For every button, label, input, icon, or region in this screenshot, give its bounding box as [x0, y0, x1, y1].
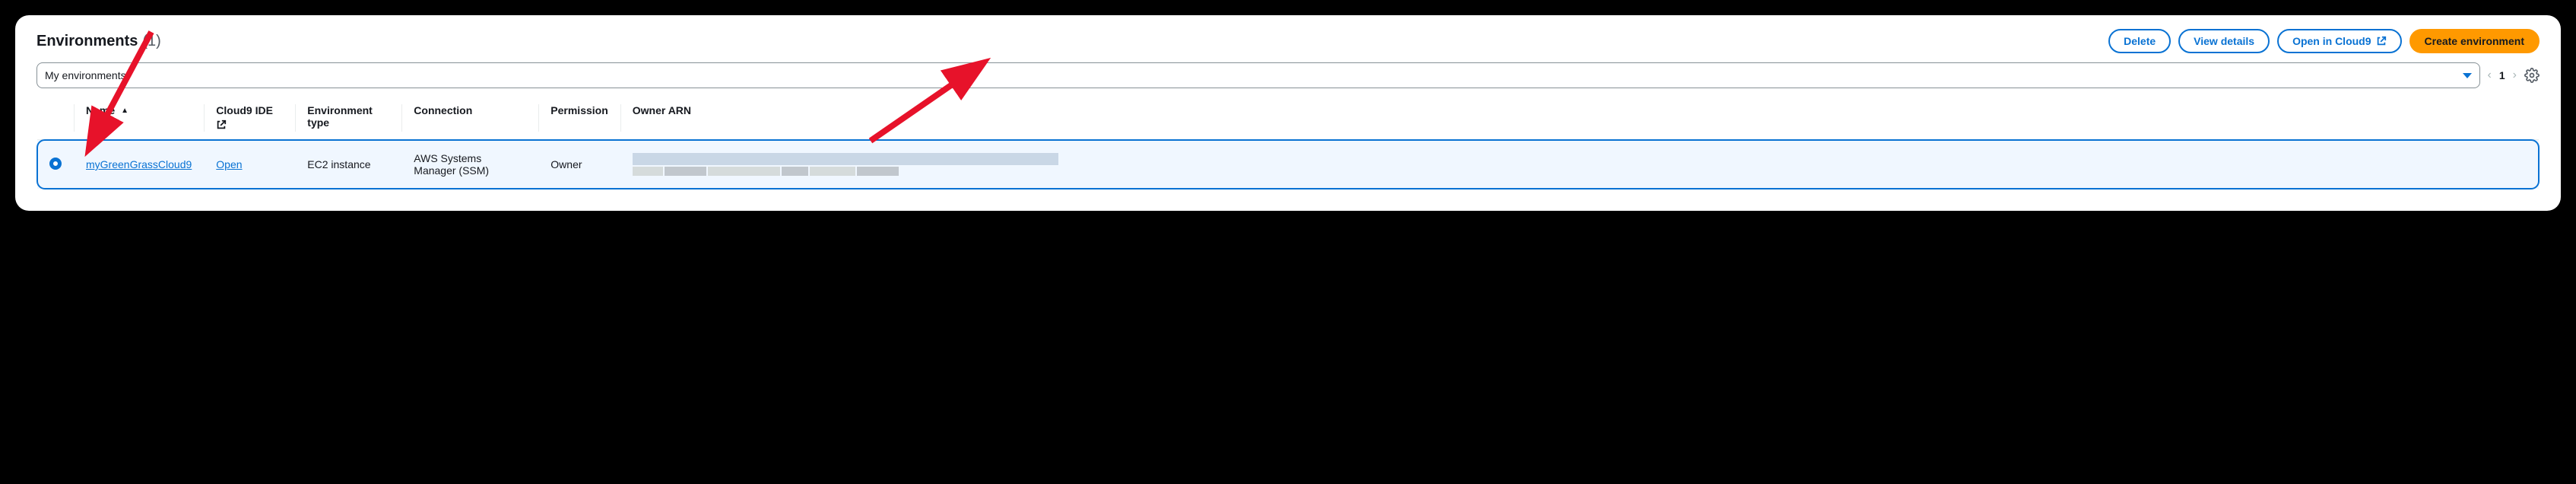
page-next-button[interactable]: › [2513, 68, 2517, 82]
row-owner-cell [620, 140, 2539, 189]
caret-down-icon [2463, 73, 2472, 78]
environment-filter-select[interactable]: My environments [36, 62, 2480, 88]
page-prev-button[interactable]: ‹ [2488, 68, 2492, 82]
page-number: 1 [2499, 69, 2505, 81]
column-name[interactable]: Name ▲ [74, 97, 204, 140]
sort-asc-icon: ▲ [121, 107, 128, 115]
header-row: Environments (1) Delete View details Ope… [36, 29, 2540, 53]
table-header-row: Name ▲ Cloud9 IDE Environment [37, 97, 2539, 140]
column-env-type[interactable]: Environment type [295, 97, 401, 140]
pagination: ‹ 1 › [2488, 68, 2517, 82]
page-title: Environments [36, 33, 138, 50]
row-connection-cell: AWS Systems Manager (SSM) [401, 140, 538, 189]
row-select-cell[interactable] [37, 140, 74, 189]
column-cloud9-ide[interactable]: Cloud9 IDE [204, 97, 295, 140]
table-row[interactable]: myGreenGrassCloud9 Open EC2 instance AWS… [37, 140, 2539, 189]
environments-table: Name ▲ Cloud9 IDE Environment [37, 97, 2539, 189]
column-permission-label: Permission [550, 104, 608, 116]
column-select [37, 97, 74, 140]
external-link-icon [216, 119, 227, 130]
filter-row: My environments ‹ 1 › [36, 62, 2540, 88]
column-owner-arn[interactable]: Owner ARN [620, 97, 2539, 140]
delete-button[interactable]: Delete [2108, 29, 2171, 53]
column-owner-label: Owner ARN [633, 104, 2527, 116]
column-name-label: Name [86, 104, 115, 116]
column-connection[interactable]: Connection [401, 97, 538, 140]
external-link-icon [2376, 36, 2387, 46]
redacted-owner-arn [633, 153, 2527, 176]
row-ide-cell: Open [204, 140, 295, 189]
radio-selected-icon[interactable] [49, 158, 62, 170]
open-ide-link[interactable]: Open [216, 158, 242, 170]
environment-filter-label: My environments [45, 69, 126, 81]
page-title-count: (1) [142, 33, 160, 50]
settings-gear-icon[interactable] [2524, 68, 2540, 83]
row-permission-cell: Owner [538, 140, 620, 189]
environments-table-wrap: Name ▲ Cloud9 IDE Environment [36, 96, 2540, 189]
column-type-label: Environment type [307, 104, 389, 129]
open-in-cloud9-button[interactable]: Open in Cloud9 [2277, 29, 2401, 53]
column-ide-label: Cloud9 IDE [216, 104, 283, 116]
column-permission[interactable]: Permission [538, 97, 620, 140]
column-connection-label: Connection [414, 104, 526, 116]
row-name-cell: myGreenGrassCloud9 [74, 140, 204, 189]
action-buttons: Delete View details Open in Cloud9 Creat… [2108, 29, 2540, 53]
open-in-cloud9-label: Open in Cloud9 [2292, 35, 2371, 47]
view-details-button[interactable]: View details [2178, 29, 2270, 53]
row-type-cell: EC2 instance [295, 140, 401, 189]
page-title-wrap: Environments (1) [36, 33, 161, 50]
environment-name-link[interactable]: myGreenGrassCloud9 [86, 158, 192, 170]
create-environment-button[interactable]: Create environment [2409, 29, 2540, 53]
environments-panel: Environments (1) Delete View details Ope… [15, 15, 2561, 211]
